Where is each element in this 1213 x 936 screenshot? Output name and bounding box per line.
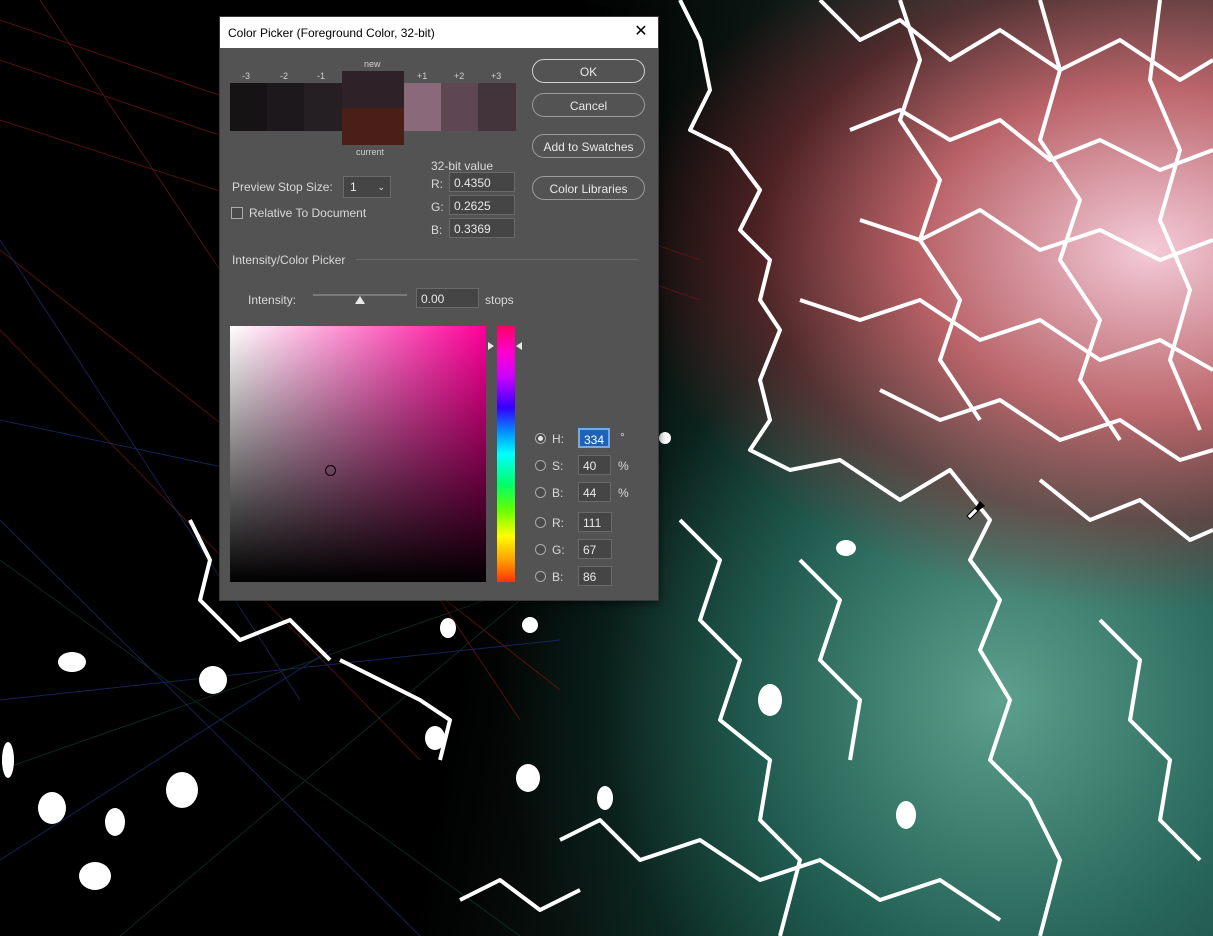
- value32-b-label: B:: [431, 223, 443, 237]
- stop-label-plus1: +1: [417, 71, 428, 81]
- saturation-label: S:: [552, 459, 564, 473]
- intensity-label: Intensity:: [248, 293, 297, 307]
- add-to-swatches-button[interactable]: Add to Swatches: [532, 134, 645, 158]
- value32-r-field[interactable]: 0.4350: [449, 172, 515, 192]
- preview-stop-size-label: Preview Stop Size:: [232, 180, 333, 194]
- intensity-slider-track[interactable]: [313, 294, 407, 304]
- hue-slider-right-arrow[interactable]: [516, 342, 522, 350]
- intensity-slider-thumb[interactable]: [355, 296, 365, 304]
- value32-g-label: G:: [431, 200, 444, 214]
- chevron-down-icon: ⌄: [377, 182, 385, 192]
- hue-slider-left-arrow[interactable]: [488, 342, 494, 350]
- color-picker-dialog: Color Picker (Foreground Color, 32-bit) …: [219, 16, 659, 601]
- stop-swatch-minus1[interactable]: [304, 83, 342, 131]
- brightness-label: B:: [552, 486, 564, 500]
- saturation-unit: %: [618, 459, 629, 473]
- green-field[interactable]: 67: [578, 539, 612, 559]
- stop-label-minus1: -1: [317, 71, 326, 81]
- color-libraries-button[interactable]: Color Libraries: [532, 176, 645, 200]
- hue-slider[interactable]: [497, 326, 515, 582]
- stop-swatch-plus2[interactable]: [441, 83, 478, 131]
- blue-label: B:: [552, 570, 564, 584]
- green-label: G:: [552, 543, 565, 557]
- brightness-field[interactable]: 44: [578, 482, 611, 502]
- brightness-unit: %: [618, 486, 629, 500]
- section-divider: [356, 259, 638, 260]
- value32-b-field[interactable]: 0.3369: [449, 218, 515, 238]
- stop-swatch-plus1[interactable]: [404, 83, 441, 131]
- red-field[interactable]: 111: [578, 512, 612, 532]
- stop-label-minus2: -2: [280, 71, 289, 81]
- intensity-unit: stops: [485, 293, 514, 307]
- dialog-title: Color Picker (Foreground Color, 32-bit): [228, 26, 435, 40]
- new-color-swatch: [342, 71, 404, 108]
- blue-field[interactable]: 86: [578, 566, 612, 586]
- red-radio[interactable]: [535, 517, 546, 528]
- relative-to-document-checkbox[interactable]: [231, 207, 243, 219]
- preview-stop-size-value: 1: [350, 180, 357, 194]
- value32-r-label: R:: [431, 177, 443, 191]
- brightness-radio[interactable]: [535, 487, 546, 498]
- saturation-field[interactable]: 40: [578, 455, 611, 475]
- dialog-titlebar[interactable]: Color Picker (Foreground Color, 32-bit) …: [220, 17, 658, 48]
- ok-button[interactable]: OK: [532, 59, 645, 83]
- relative-to-document-label: Relative To Document: [249, 206, 367, 220]
- stop-swatch-minus2[interactable]: [267, 83, 304, 131]
- green-radio[interactable]: [535, 544, 546, 555]
- value32-g-field[interactable]: 0.2625: [449, 195, 515, 215]
- color-field-marker[interactable]: [325, 465, 336, 476]
- current-color-swatch[interactable]: [342, 108, 404, 145]
- value32-title: 32-bit value: [431, 159, 494, 173]
- current-label: current: [356, 147, 385, 157]
- blue-radio[interactable]: [535, 571, 546, 582]
- cancel-button[interactable]: Cancel: [532, 93, 645, 117]
- saturation-radio[interactable]: [535, 460, 546, 471]
- stop-label-plus3: +3: [491, 71, 502, 81]
- close-icon[interactable]: ✕: [630, 21, 652, 43]
- intensity-field[interactable]: 0.00: [416, 288, 479, 308]
- hue-label: H:: [552, 432, 564, 446]
- intensity-section-title: Intensity/Color Picker: [232, 253, 346, 267]
- hue-field[interactable]: 334: [578, 428, 610, 448]
- saturation-brightness-field[interactable]: [230, 326, 486, 582]
- stop-swatch-plus3[interactable]: [478, 83, 516, 131]
- stop-swatch-minus3[interactable]: [230, 83, 267, 131]
- red-label: R:: [552, 516, 564, 530]
- preview-stop-size-select[interactable]: 1 ⌄: [343, 176, 391, 198]
- hue-unit: °: [620, 430, 625, 444]
- new-label: new: [364, 59, 381, 69]
- hue-radio[interactable]: [535, 433, 546, 444]
- stop-label-minus3: -3: [242, 71, 251, 81]
- stop-label-plus2: +2: [454, 71, 465, 81]
